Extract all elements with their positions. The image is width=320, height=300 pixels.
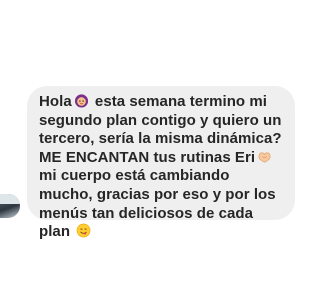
message-bubble[interactable]: Hola esta semana termino mi segundo plan… [27,86,295,240]
contact-avatar[interactable] [0,194,20,218]
chat-view: Hola esta semana termino mi segundo plan… [0,0,300,300]
woman-emoji [74,94,88,108]
heart-hands-emoji [258,152,271,163]
message-segment-3: mi cuerpo está cambiando mucho, gracias … [39,167,276,241]
yum-face-emoji [76,223,91,238]
message-segment-1: Hola [39,93,72,110]
message-text: Hola esta semana termino mi segundo plan… [39,93,285,242]
